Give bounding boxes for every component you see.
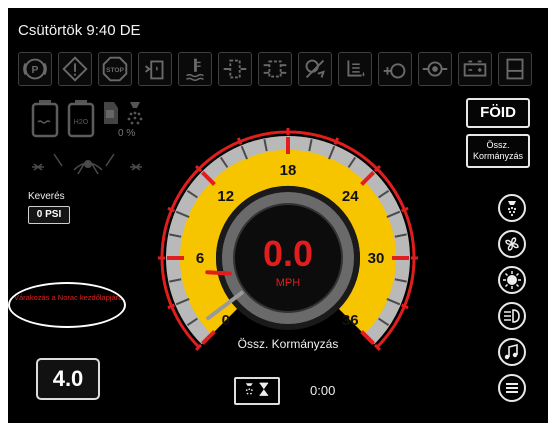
warning-triangle-icon <box>58 52 92 86</box>
chemical-jug-icon <box>100 98 122 128</box>
speed-unit: MPH <box>276 277 301 289</box>
stop-icon: STOP <box>98 52 132 86</box>
battery-icon <box>458 52 492 86</box>
total-steering-line2: Kormányzás <box>472 151 524 161</box>
gauge-tick-label: 18 <box>280 162 297 179</box>
air-filter-icon <box>218 52 252 86</box>
oil-level-icon <box>338 52 372 86</box>
gauge-tick-label: 24 <box>342 188 359 205</box>
gauge-tick-label: 0 <box>222 312 230 329</box>
fuel-tank-icon <box>498 52 532 86</box>
ground-speed-display: 4.0 <box>36 358 100 400</box>
warning-icon-bar: P STOP <box>18 52 542 86</box>
spray-nozzle-small-icon <box>124 100 146 130</box>
total-steering-line1: Össz. <box>486 140 510 150</box>
foid-button[interactable]: FÖID <box>466 98 530 128</box>
gauge-tick-label: 30 <box>368 250 385 267</box>
date-time-text: Csütörtök 9:40 DE <box>18 22 141 39</box>
engine-icon <box>378 52 412 86</box>
display-screen: Csütörtök 9:40 DE P STOP H2O 0 % Keverés… <box>8 8 548 423</box>
mix-pressure-value: 0 PSI <box>28 206 70 224</box>
sprayer-timer-icon[interactable] <box>234 377 280 405</box>
sun-light-icon[interactable] <box>498 266 526 294</box>
timer-value: 0:00 <box>310 383 336 398</box>
svg-text:STOP: STOP <box>106 67 124 74</box>
total-steering-button[interactable]: Össz. Kormányzás <box>466 134 530 168</box>
speed-gauge: 0 6 12 18 24 30 36 0.0 MPH Össz. Kormányzás <box>158 106 418 386</box>
parking-brake-icon: P <box>18 52 52 86</box>
transmission-icon <box>298 52 332 86</box>
menu-icon[interactable] <box>498 374 526 402</box>
music-icon[interactable] <box>498 338 526 366</box>
gauge-tick-label: 12 <box>217 188 234 205</box>
highlight-oval <box>8 282 126 328</box>
speed-value: 0.0 <box>263 233 313 274</box>
fuel-water-icon <box>138 52 172 86</box>
spray-pattern-icon <box>28 148 148 184</box>
gauge-tick-label: 6 <box>196 250 204 267</box>
gauge-red-needle <box>205 270 233 276</box>
svg-text:P: P <box>32 65 39 76</box>
fan-icon[interactable] <box>498 230 526 258</box>
nozzle-icon[interactable] <box>498 194 526 222</box>
h2o-label: H2O <box>74 119 89 126</box>
fresh-water-tank-icon <box>30 98 60 138</box>
water-tank-icon: H2O <box>66 98 96 138</box>
headlight-icon[interactable] <box>498 302 526 330</box>
percent-text: 0 % <box>118 128 136 139</box>
gauge-bottom-label: Össz. Kormányzás <box>238 337 339 351</box>
gauge-tick-label: 36 <box>342 312 359 329</box>
coolant-temp-icon <box>178 52 212 86</box>
hydraulic-temp-icon <box>418 52 452 86</box>
mix-label: Keverés <box>28 191 65 202</box>
hydraulic-filter-icon <box>258 52 292 86</box>
